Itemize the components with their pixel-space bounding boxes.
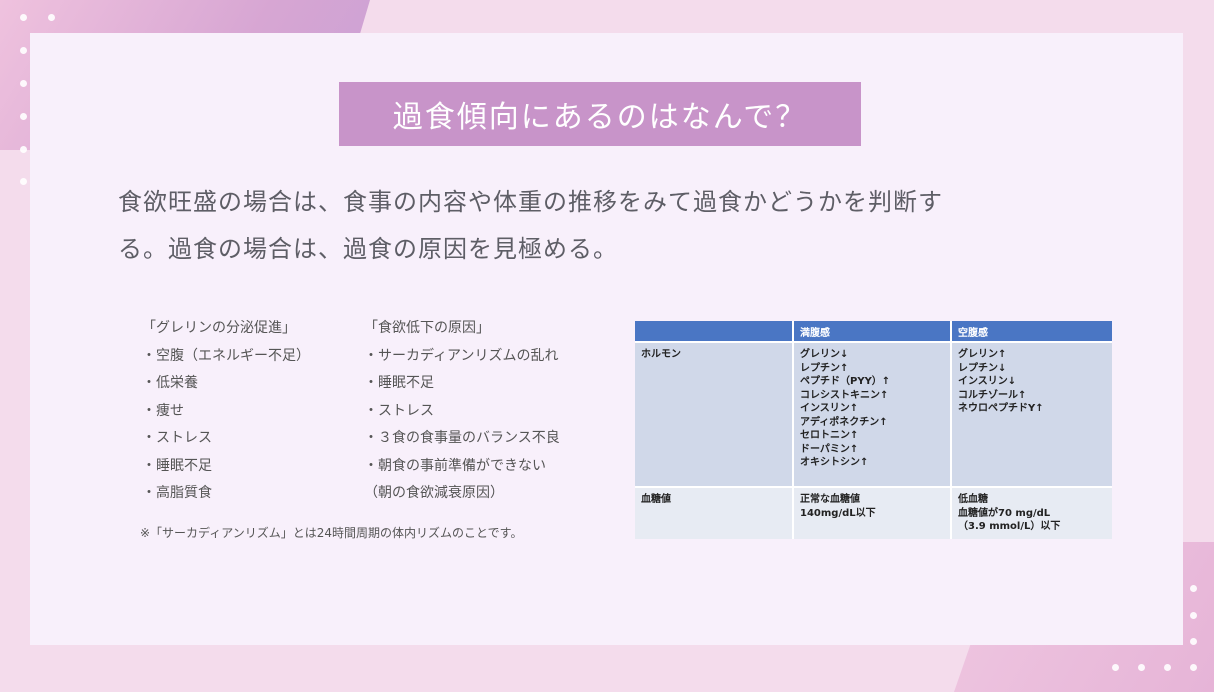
appetite-loss-heading: 「食欲低下の原因」	[364, 320, 490, 336]
appetite-loss-list: 「食欲低下の原因」 ・サーカディアンリズムの乱れ ・睡眠不足 ・ストレス ・３食…	[364, 315, 560, 508]
list-item: ・サーカディアンリズムの乱れ	[364, 347, 559, 364]
cell-line: グレリン↓	[800, 349, 849, 360]
slide-title: 過食傾向にあるのはなんで？	[339, 82, 861, 146]
table-cell-hungry: 低血糖 血糖値が70 mg/dL （3.9 mmol/L）以下	[951, 486, 1112, 539]
cell-line: インスリン↑	[800, 403, 859, 414]
cell-line: インスリン↓	[958, 376, 1017, 387]
list-item: ・ストレス	[364, 402, 434, 419]
table-row: ホルモン グレリン↓ レプチン↑ ペプチド（PYY）↑ コレシストキニン↑ イン…	[635, 341, 1112, 487]
ghrelin-heading: 「グレリンの分泌促進」	[142, 320, 296, 336]
list-item: ・ストレス	[142, 430, 212, 446]
footnote: ※「サーカディアンリズム」とは24時間周期の体内リズムのことです。	[140, 526, 523, 540]
table-header-cell: 満腹感	[793, 321, 952, 342]
table-cell-full: 正常な血糖値 140mg/dL以下	[793, 486, 952, 539]
list-item: ・３食の食事量のバランス不良	[364, 430, 560, 446]
list-item: ・睡眠不足	[364, 375, 434, 391]
hormone-table: 満腹感 空腹感 ホルモン グレリン↓ レプチン↑ ペプチド（PYY）↑ コレシス…	[635, 321, 1112, 539]
lead-text: 食欲旺盛の場合は、食事の内容や体重の推移をみて過食かどうかを判断す る。過食の場…	[118, 179, 1118, 273]
cell-line: コレシストキニン↑	[800, 389, 889, 401]
slide: 過食傾向にあるのはなんで？ 食欲旺盛の場合は、食事の内容や体重の推移をみて過食か…	[30, 33, 1183, 645]
table-cell-hungry: グレリン↑ レプチン↓ インスリン↓ コルチゾール↑ ネウロペプチドY↑	[951, 341, 1112, 487]
row-label: 血糖値	[635, 486, 794, 539]
cell-line: ペプチド（PYY）↑	[800, 376, 891, 387]
table-header-row: 満腹感 空腹感	[635, 321, 1112, 342]
table-header-cell	[635, 321, 794, 342]
ghrelin-list: 「グレリンの分泌促進」 ・空腹（エネルギー不足） ・低栄養 ・痩せ ・ストレス …	[142, 315, 310, 508]
lead-line-2: る。過食の場合は、過食の原因を見極める。	[118, 235, 618, 263]
cell-line: ドーパミン↑	[800, 443, 859, 455]
row-label: ホルモン	[635, 341, 794, 487]
cell-line: レプチン↑	[800, 362, 849, 374]
table-row: 血糖値 正常な血糖値 140mg/dL以下 低血糖 血糖値が70 mg/dL （…	[635, 486, 1112, 539]
lead-line-1: 食欲旺盛の場合は、食事の内容や体重の推移をみて過食かどうかを判断す	[118, 188, 943, 216]
list-item: ・低栄養	[142, 375, 198, 391]
table-cell-full: グレリン↓ レプチン↑ ペプチド（PYY）↑ コレシストキニン↑ インスリン↑ …	[793, 341, 952, 487]
cell-line: 140mg/dL以下	[800, 507, 876, 519]
cell-line: ネウロペプチドY↑	[958, 403, 1044, 414]
list-item: （朝の食欲減衰原因）	[364, 485, 504, 501]
cell-line: （3.9 mmol/L）以下	[958, 521, 1061, 532]
cell-line: 血糖値が70 mg/dL	[958, 507, 1051, 519]
cell-line: コルチゾール↑	[958, 389, 1027, 401]
cell-line: 正常な血糖値	[800, 494, 860, 505]
list-item: ・空腹（エネルギー不足）	[142, 347, 310, 364]
cell-line: セロトニン↑	[800, 430, 859, 441]
cell-line: レプチン↓	[958, 362, 1007, 374]
cell-line: アディポネクチン↑	[800, 416, 888, 428]
list-item: ・朝食の事前準備ができない	[364, 457, 546, 474]
cell-line: グレリン↑	[958, 349, 1007, 360]
cell-line: オキシトシン↑	[800, 457, 869, 468]
list-item: ・高脂質食	[142, 485, 212, 501]
table-header-cell: 空腹感	[951, 321, 1112, 342]
list-item: ・睡眠不足	[142, 457, 212, 474]
list-item: ・痩せ	[142, 402, 184, 419]
cell-line: 低血糖	[958, 494, 988, 505]
